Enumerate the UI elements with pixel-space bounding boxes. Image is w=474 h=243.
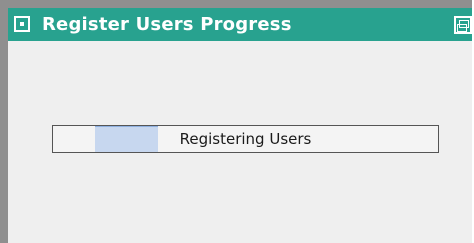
window-content: Registering Users	[8, 41, 472, 243]
progress-label: Registering Users	[179, 130, 312, 148]
registration-progress-bar: Registering Users	[52, 125, 439, 153]
window-title: Register Users Progress	[42, 14, 292, 35]
window-restore-icon[interactable]	[454, 16, 472, 34]
window-close-icon[interactable]	[14, 16, 30, 32]
progress-window: Register Users Progress Registering User…	[0, 0, 472, 243]
window-titlebar[interactable]: Register Users Progress	[8, 8, 472, 41]
